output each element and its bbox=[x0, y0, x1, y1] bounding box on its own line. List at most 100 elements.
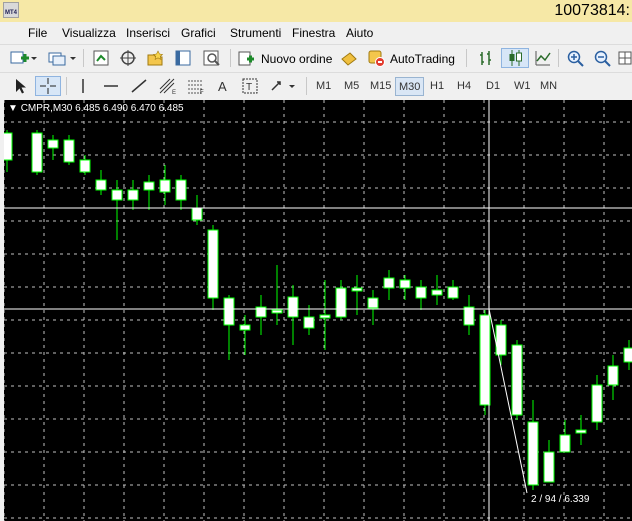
text-button[interactable]: A bbox=[213, 76, 233, 96]
magnifier-window-icon bbox=[203, 50, 220, 66]
metaeditor-button[interactable] bbox=[338, 48, 360, 68]
app-icon: MT4 bbox=[3, 2, 19, 18]
chart-symbol: CMPR,M30 bbox=[20, 103, 73, 114]
drawing-toolbar: E F A T M1 M5 M15 M30 H1 H4 D1 W1 MN bbox=[0, 72, 632, 100]
equidistant-channel-button[interactable]: E bbox=[156, 76, 180, 96]
line-chart-button[interactable] bbox=[531, 48, 555, 68]
zoom-in-button[interactable] bbox=[564, 48, 586, 68]
profiles-icon bbox=[48, 52, 76, 66]
candle-body bbox=[239, 324, 251, 331]
horizontal-line-button[interactable] bbox=[100, 76, 122, 96]
terminal-button[interactable] bbox=[172, 48, 194, 68]
market-watch-button[interactable] bbox=[90, 48, 112, 68]
metaeditor-book-icon bbox=[341, 52, 357, 66]
candle-body bbox=[79, 159, 91, 173]
candle-body bbox=[111, 189, 123, 201]
candle-body bbox=[4, 132, 13, 161]
price-chart[interactable]: ▼ CMPR,M30 6.485 6.490 6.470 6.485 2 / 9… bbox=[4, 100, 632, 521]
candle-body bbox=[351, 287, 363, 292]
candle-body bbox=[175, 179, 187, 201]
candle-body bbox=[159, 179, 171, 193]
menu-help[interactable]: Aiuto bbox=[346, 26, 373, 40]
candle-body bbox=[191, 207, 203, 221]
candle-body bbox=[511, 344, 523, 416]
channel-icon: E bbox=[159, 78, 176, 95]
chart-grid-button[interactable] bbox=[617, 48, 632, 68]
collapse-triangle-icon: ▼ bbox=[8, 103, 18, 114]
candle-body bbox=[559, 434, 571, 453]
menu-charts[interactable]: Grafici bbox=[181, 26, 216, 40]
zoom-out-button[interactable] bbox=[591, 48, 613, 68]
menu-insert[interactable]: Inserisci bbox=[126, 26, 170, 40]
chart-symbol-header: ▼ CMPR,M30 6.485 6.490 6.470 6.485 bbox=[8, 103, 184, 114]
crosshair-target-icon bbox=[120, 50, 136, 66]
candlestick-icon bbox=[509, 50, 522, 66]
new-order-icon-wrap[interactable] bbox=[236, 48, 256, 68]
text-label-icon: T bbox=[242, 78, 258, 94]
crosshair-button[interactable] bbox=[35, 76, 61, 96]
navigator-button[interactable] bbox=[144, 48, 166, 68]
line-chart-icon bbox=[535, 51, 551, 66]
chart-ohlc: 6.485 6.490 6.470 6.485 bbox=[75, 103, 184, 114]
bar-chart-button[interactable] bbox=[474, 48, 498, 68]
bar-chart-icon bbox=[480, 51, 491, 65]
timeframe-h4[interactable]: H4 bbox=[454, 77, 474, 96]
trendline-button[interactable] bbox=[128, 76, 150, 96]
svg-text:A: A bbox=[218, 79, 227, 94]
timeframe-m1[interactable]: M1 bbox=[313, 77, 334, 96]
timeframe-w1[interactable]: W1 bbox=[511, 77, 534, 96]
vertical-line-icon bbox=[82, 79, 84, 93]
autotrading-button[interactable]: AutoTrading bbox=[390, 52, 455, 66]
timeframe-m15[interactable]: M15 bbox=[367, 77, 394, 96]
new-chart-button[interactable] bbox=[8, 48, 38, 68]
candle-body bbox=[447, 286, 459, 299]
candle-body bbox=[623, 347, 632, 363]
cursor-button[interactable] bbox=[10, 76, 30, 96]
tile-windows-icon bbox=[618, 51, 631, 65]
standard-toolbar: Nuovo ordine AutoTrading bbox=[0, 44, 632, 72]
timeframe-m30[interactable]: M30 bbox=[395, 77, 425, 96]
candle-body bbox=[415, 286, 427, 299]
candle-body bbox=[399, 279, 411, 289]
svg-text:T: T bbox=[246, 82, 252, 93]
timeframe-h1[interactable]: H1 bbox=[427, 77, 447, 96]
menu-tools[interactable]: Strumenti bbox=[230, 26, 281, 40]
candle-body bbox=[543, 451, 555, 483]
candlestick-chart[interactable] bbox=[4, 100, 632, 521]
profiles-button[interactable] bbox=[46, 48, 78, 68]
text-a-icon: A bbox=[218, 79, 227, 94]
candle-body bbox=[463, 306, 475, 326]
candle-body bbox=[223, 297, 235, 326]
arrow-cursor-icon bbox=[16, 79, 26, 94]
new-chart-icon bbox=[10, 51, 37, 64]
vertical-line-button[interactable] bbox=[74, 76, 92, 96]
timeframe-d1[interactable]: D1 bbox=[483, 77, 503, 96]
candle-body bbox=[207, 229, 219, 299]
candle-body bbox=[95, 179, 107, 191]
candle-body bbox=[63, 139, 75, 163]
crosshair-readout: 2 / 94 / 6.339 bbox=[531, 494, 590, 505]
autotrading-icon-wrap[interactable] bbox=[365, 48, 387, 68]
svg-text:F: F bbox=[200, 90, 204, 95]
timeframe-m5[interactable]: M5 bbox=[341, 77, 362, 96]
new-order-icon bbox=[238, 51, 254, 66]
new-order-button[interactable]: Nuovo ordine bbox=[261, 52, 332, 66]
fibonacci-button[interactable]: F bbox=[184, 76, 208, 96]
data-window-button[interactable] bbox=[117, 48, 139, 68]
candle-body bbox=[431, 289, 443, 296]
candle-body bbox=[527, 421, 539, 486]
trendline-icon bbox=[131, 79, 147, 93]
menu-window[interactable]: Finestra bbox=[292, 26, 335, 40]
candle-body bbox=[47, 139, 59, 149]
candlestick-chart-button[interactable] bbox=[501, 48, 529, 68]
arrows-button[interactable] bbox=[268, 76, 298, 96]
candle-body bbox=[591, 384, 603, 423]
menu-file[interactable]: File bbox=[28, 26, 47, 40]
candle-body bbox=[31, 132, 43, 173]
text-label-button[interactable]: T bbox=[240, 76, 260, 96]
candle-body bbox=[303, 316, 315, 329]
strategy-tester-button[interactable] bbox=[200, 48, 224, 68]
fibonacci-icon: F bbox=[188, 80, 204, 95]
menu-view[interactable]: Visualizza bbox=[62, 26, 116, 40]
timeframe-mn[interactable]: MN bbox=[537, 77, 560, 96]
